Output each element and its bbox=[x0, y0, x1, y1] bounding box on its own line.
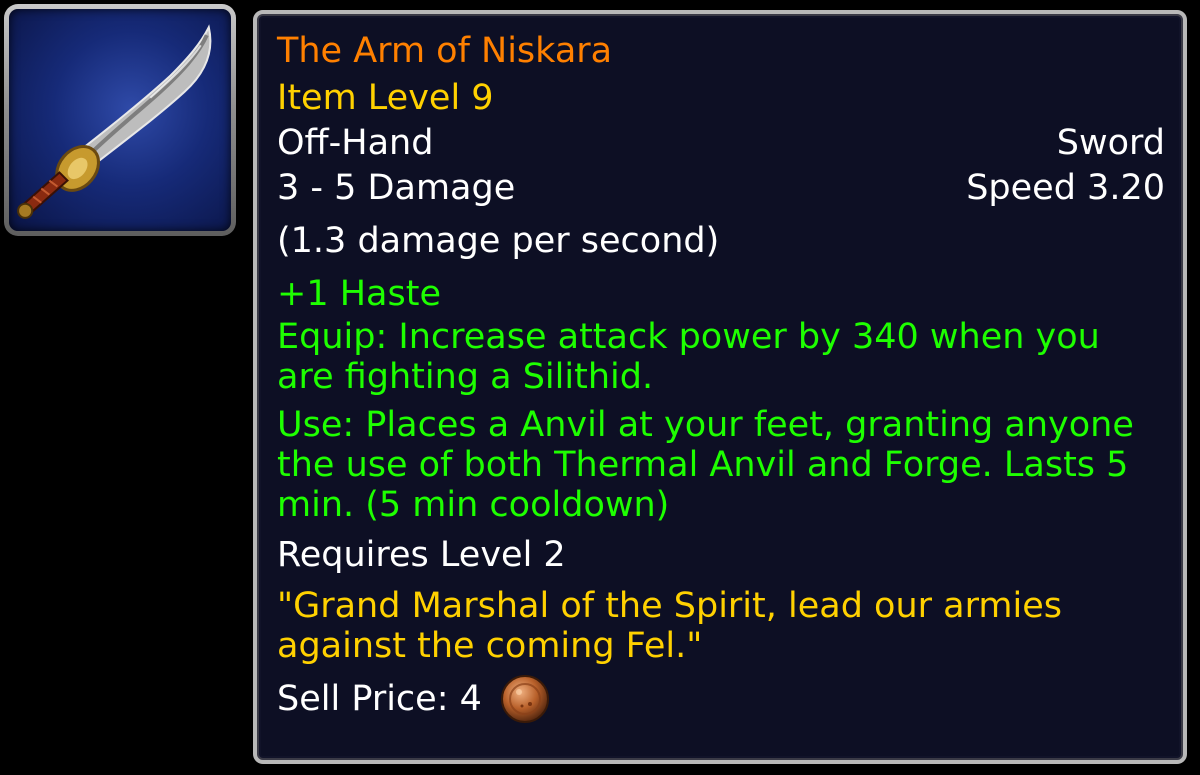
sell-price: Sell Price: 4 bbox=[277, 674, 1165, 724]
item-level: Item Level 9 bbox=[277, 78, 494, 118]
stat-haste: +1 Haste bbox=[277, 274, 441, 314]
item-damage: 3 - 5 Damage bbox=[277, 168, 516, 208]
item-type: Sword bbox=[1056, 123, 1165, 163]
level-requirement: Requires Level 2 bbox=[277, 535, 566, 575]
item-slot: Off-Hand bbox=[277, 123, 434, 163]
flavor-text: "Grand Marshal of the Spirit, lead our a… bbox=[277, 586, 1062, 666]
slot-type-row: Off-Hand Sword bbox=[277, 121, 1165, 166]
item-speed: Speed 3.20 bbox=[966, 168, 1165, 208]
item-dps: (1.3 damage per second) bbox=[277, 221, 720, 261]
use-effect: Use: Places a Anvil at your feet, granti… bbox=[277, 405, 1134, 525]
item-tooltip: The Arm of Niskara Item Level 9 Off-Hand… bbox=[253, 10, 1187, 764]
copper-coin-icon bbox=[500, 674, 550, 724]
sword-icon bbox=[9, 9, 231, 231]
sell-price-label: Sell Price: 4 bbox=[277, 678, 482, 719]
equip-effect: Equip: Increase attack power by 340 when… bbox=[277, 317, 1100, 397]
item-name: The Arm of Niskara bbox=[277, 31, 613, 71]
item-icon-frame[interactable] bbox=[4, 4, 236, 236]
damage-speed-row: 3 - 5 Damage Speed 3.20 bbox=[277, 166, 1165, 211]
